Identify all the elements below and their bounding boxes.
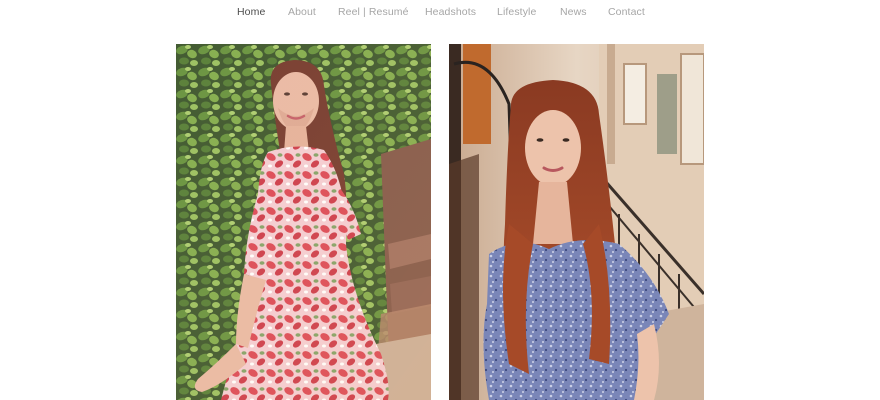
nav-contact-link[interactable]: Contact [608,5,645,19]
page: Home About Reel | Resumé Headshots Lifes… [0,0,880,400]
portrait-photo-blue-dress-street [449,44,704,400]
nav-home-link[interactable]: Home [237,5,265,19]
nav-headshots-link[interactable]: Headshots [425,5,476,19]
portrait-photo-red-floral-dress [176,44,431,400]
main-nav: Home About Reel | Resumé Headshots Lifes… [0,5,880,21]
nav-lifestyle-link[interactable]: Lifestyle [497,5,536,19]
nav-about-link[interactable]: About [288,5,316,19]
nav-reel-resume-link[interactable]: Reel | Resumé [338,5,409,19]
nav-news-link[interactable]: News [560,5,587,19]
gallery-photo-right[interactable] [449,44,704,400]
gallery-photo-left[interactable] [176,44,431,400]
